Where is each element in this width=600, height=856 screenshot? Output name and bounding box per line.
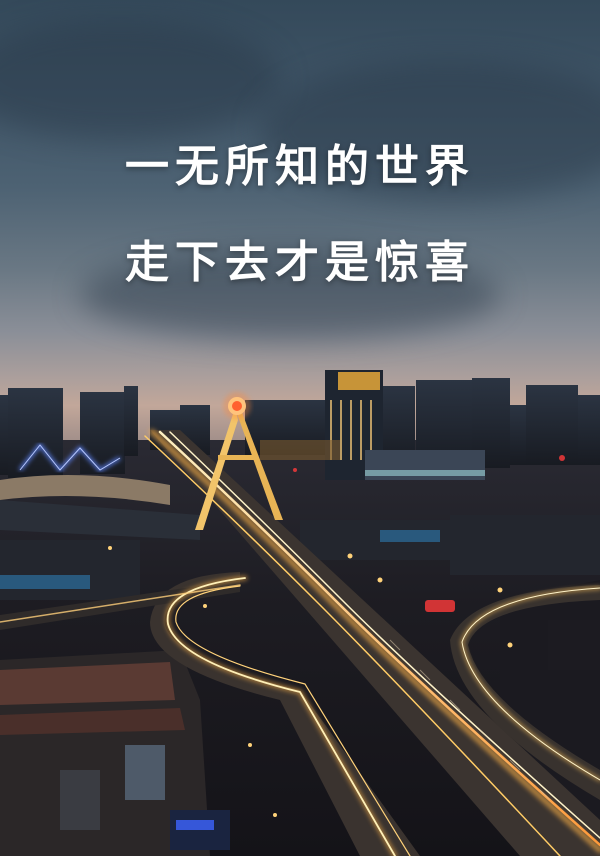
- stadium-roof: [0, 475, 170, 505]
- poster-scene: 一无所知的世界 走下去才是惊喜: [0, 0, 600, 856]
- skyline: [0, 370, 600, 480]
- foreground-rooftops: [0, 650, 230, 856]
- headline-line-1: 一无所知的世界: [125, 141, 475, 192]
- headline-line-2: 走下去才是惊喜: [125, 237, 475, 288]
- city-night-illustration: [0, 370, 600, 856]
